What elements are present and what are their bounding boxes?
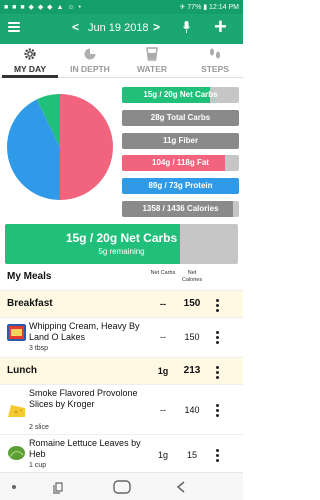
net-carbs-pill: 15g / 20g Net Carbs: [122, 87, 239, 103]
net-calories-column-header: Net Calories: [181, 270, 203, 283]
total-carbs-pill: 28g Total Carbs: [122, 110, 239, 126]
tab-bar: MY DAY IN DEPTH WATER STEPS: [0, 44, 243, 78]
date-selector[interactable]: Jun 19 2018: [88, 22, 149, 34]
water-glass-icon: [122, 44, 182, 62]
recents-icon: [53, 482, 63, 494]
daily-summary: 15g / 20g Net Carbs 28g Total Carbs 11g …: [0, 79, 243, 224]
tab-water[interactable]: WATER: [122, 44, 182, 78]
system-nav-bar: [0, 472, 243, 500]
calories-pill: 1358 / 1436 Calories: [122, 201, 239, 217]
tab-in-depth[interactable]: IN DEPTH: [60, 44, 120, 78]
microphone-icon[interactable]: [183, 21, 190, 33]
meals-title: My Meals: [7, 271, 52, 282]
more-options-icon[interactable]: [216, 331, 222, 346]
tab-steps[interactable]: STEPS: [185, 44, 245, 78]
next-day-button[interactable]: >: [153, 20, 160, 34]
add-food-button[interactable]: +: [214, 16, 227, 38]
gear-icon: [0, 44, 60, 62]
status-right: ✈ 77% ▮ 12:14 PM: [179, 4, 239, 11]
lettuce-icon: [8, 446, 25, 460]
more-options-icon[interactable]: [216, 449, 222, 464]
pie-chart-icon: [60, 44, 120, 62]
footsteps-icon: [185, 44, 245, 62]
dot-indicator-icon: [12, 485, 16, 489]
fiber-pill: 11g Fiber: [122, 133, 239, 149]
banner-subtitle: 5g remaining: [98, 247, 145, 256]
cheese-icon: [8, 405, 25, 417]
banner-title: 15g / 20g Net Carbs: [65, 231, 178, 245]
home-icon: [113, 480, 131, 494]
meal-breakfast[interactable]: Breakfast -- 150: [0, 290, 243, 317]
meals-header: My Meals Net Carbs Net Calories: [0, 268, 243, 290]
menu-icon[interactable]: [8, 22, 20, 32]
more-options-icon[interactable]: [216, 404, 222, 419]
macro-pie-chart: [6, 94, 113, 200]
meal-lunch[interactable]: Lunch 1g 213: [0, 357, 243, 384]
cream-carton-icon: [7, 324, 26, 341]
more-options-icon[interactable]: [216, 366, 222, 381]
notification-icons: ■ ■ ■ ◆ ◆ ◆ ▲ ☺ •: [4, 4, 82, 11]
food-item-whipping-cream[interactable]: Whipping Cream, Heavy By Land O Lakes 3 …: [0, 317, 243, 357]
food-item-provolone[interactable]: Smoke Flavored Provolone Slices by Kroge…: [0, 384, 243, 434]
net-carbs-banner: 15g / 20g Net Carbs 5g remaining: [5, 224, 238, 264]
pie-slice-fat: [60, 94, 113, 200]
net-carbs-column-header: Net Carbs: [150, 270, 176, 276]
app-toolbar: < Jun 19 2018 > +: [0, 14, 243, 44]
back-icon: [176, 481, 185, 493]
previous-day-button[interactable]: <: [72, 20, 79, 34]
fat-pill: 104g / 118g Fat: [122, 155, 239, 171]
protein-pill: 89g / 73g Protein: [122, 178, 239, 194]
status-bar: ■ ■ ■ ◆ ◆ ◆ ▲ ☺ • ✈ 77% ▮ 12:14 PM: [0, 0, 243, 14]
more-options-icon[interactable]: [216, 299, 222, 314]
food-item-romaine[interactable]: Romaine Lettuce Leaves by Heb 1 cup 1g 1…: [0, 434, 243, 472]
tab-my-day[interactable]: MY DAY: [0, 44, 60, 78]
